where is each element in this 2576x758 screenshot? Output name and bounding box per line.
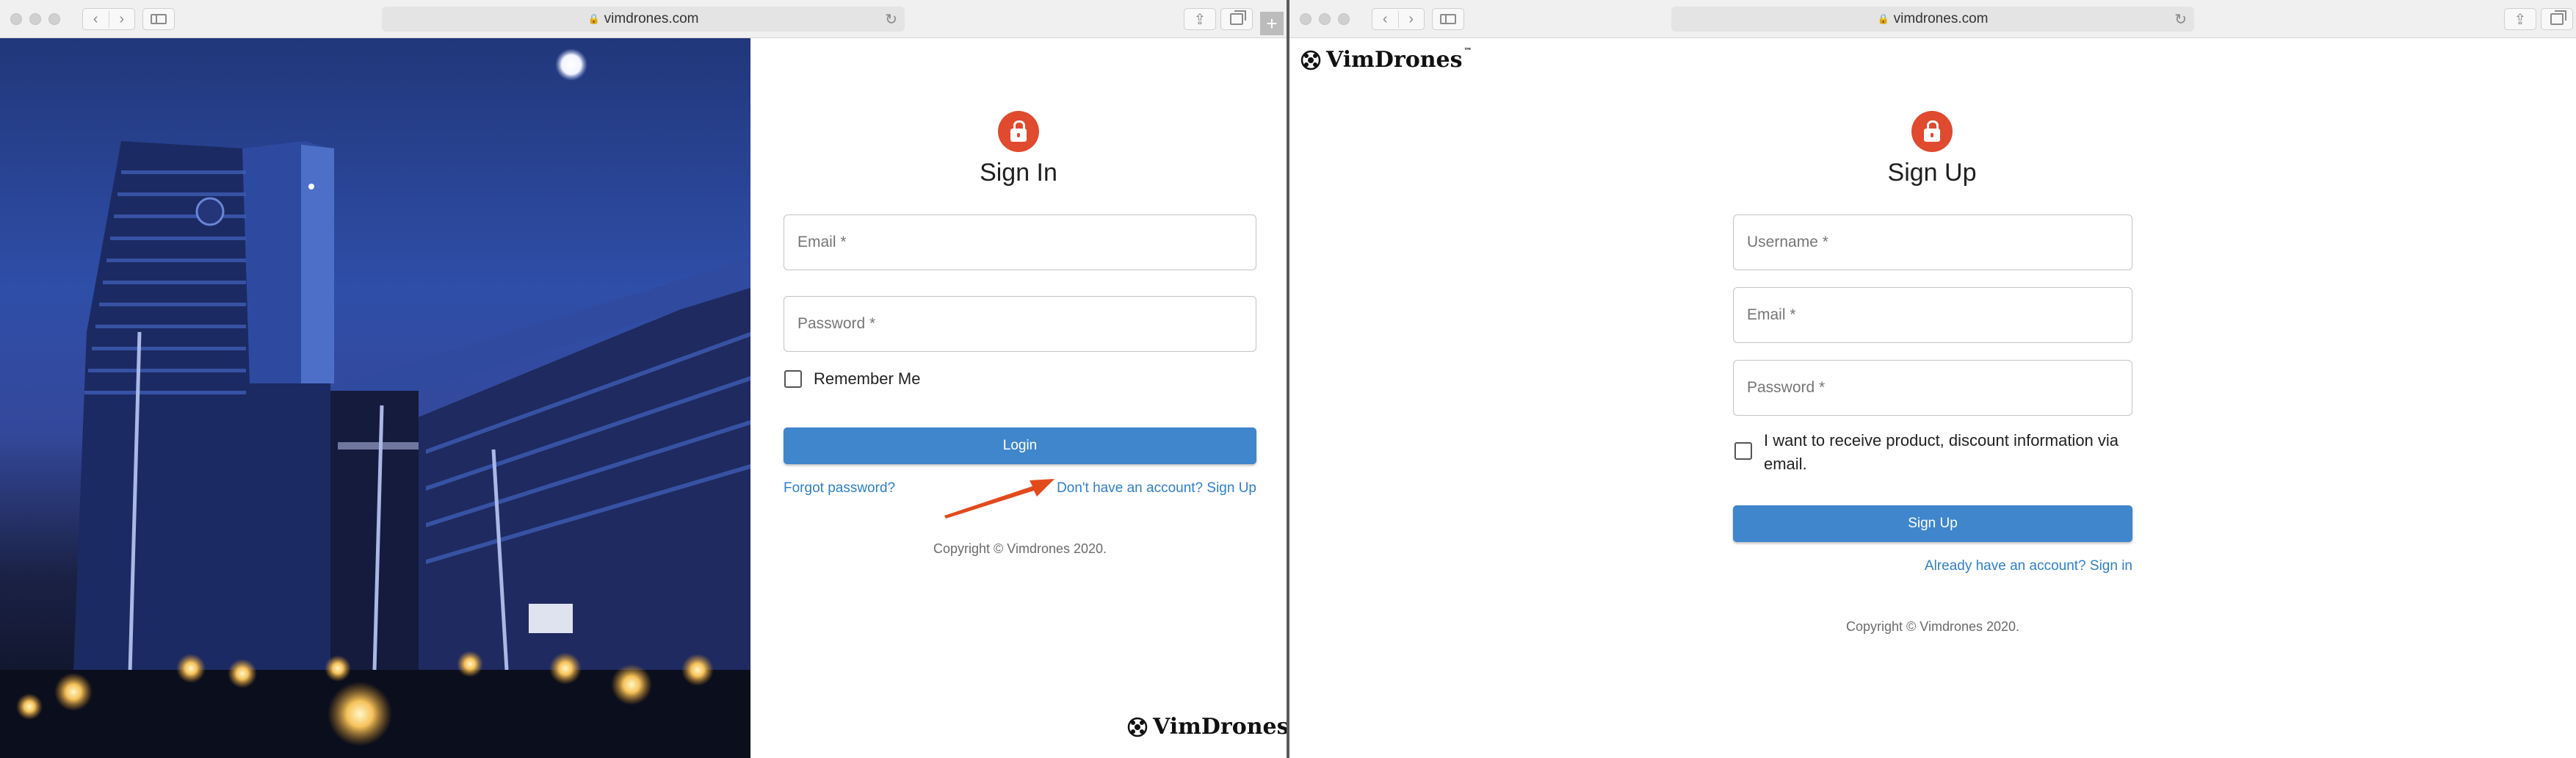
address-bar[interactable]: 🔒 vimdrones.com ↻ bbox=[1671, 7, 2194, 32]
forgot-password-link[interactable]: Forgot password? bbox=[784, 480, 895, 497]
close-window-button[interactable] bbox=[10, 13, 22, 25]
reload-icon[interactable]: ↻ bbox=[885, 10, 897, 29]
tabs-icon bbox=[1230, 10, 1246, 25]
username-field[interactable]: Username * bbox=[1733, 214, 2132, 270]
signup-copyright: Copyright © Vimdrones 2020. bbox=[1845, 619, 2020, 634]
zoom-window-button[interactable] bbox=[1338, 13, 1350, 25]
email-optin-row[interactable]: I want to receive product, discount info… bbox=[1734, 429, 2131, 476]
reload-icon[interactable]: ↻ bbox=[2174, 10, 2187, 29]
back-icon[interactable]: ‹ bbox=[1372, 11, 1398, 28]
forward-icon[interactable]: › bbox=[108, 10, 135, 28]
window-controls bbox=[1300, 13, 1350, 25]
sidebar-icon bbox=[1440, 14, 1456, 24]
email-optin-checkbox[interactable] bbox=[1734, 442, 1752, 460]
email-optin-label: I want to receive product, discount info… bbox=[1764, 431, 2119, 473]
lock-icon bbox=[1010, 120, 1027, 142]
remember-me-label: Remember Me bbox=[814, 369, 921, 388]
share-icon: ⇪ bbox=[2514, 11, 2527, 28]
hero-photo bbox=[0, 38, 750, 758]
minimize-window-button[interactable] bbox=[1319, 13, 1331, 25]
url-text: vimdrones.com bbox=[1893, 11, 1989, 26]
signin-link[interactable]: Already have an account? Sign in bbox=[1912, 558, 2132, 574]
signup-avatar bbox=[1911, 111, 1953, 152]
browser-toolbar: ‹ › 🔒 vimdrones.com ↻ ⇪ + bbox=[0, 0, 1287, 38]
lock-icon: 🔒 bbox=[587, 13, 600, 24]
plus-icon: + bbox=[1266, 12, 1278, 35]
remember-me-checkbox[interactable] bbox=[784, 370, 802, 388]
signin-title: Sign In bbox=[980, 159, 1057, 187]
lock-icon bbox=[1924, 120, 1940, 142]
share-icon: ⇪ bbox=[1193, 11, 1206, 28]
email-field[interactable]: Email * bbox=[784, 214, 1256, 270]
minimize-window-button[interactable] bbox=[29, 13, 41, 25]
nav-buttons: ‹ › bbox=[1372, 8, 1425, 30]
forward-icon[interactable]: › bbox=[1397, 10, 1425, 28]
browser-window-signup: ‹ › 🔒 vimdrones.com ↻ ⇪ VimDrones ™ Sign… bbox=[1289, 0, 2576, 758]
tabs-icon bbox=[2550, 10, 2566, 25]
tabs-button[interactable] bbox=[2541, 8, 2573, 30]
signup-panel: Sign Up Username * Email * Password * I … bbox=[1289, 38, 2576, 758]
new-tab-button[interactable]: + bbox=[1260, 12, 1284, 35]
arrow-icon bbox=[944, 479, 1054, 519]
signup-button[interactable]: Sign Up bbox=[1733, 505, 2132, 542]
login-button[interactable]: Login bbox=[784, 427, 1256, 464]
browser-window-signin: ‹ › 🔒 vimdrones.com ↻ ⇪ + Sign In Email … bbox=[0, 0, 1287, 758]
tabs-button[interactable] bbox=[1220, 8, 1253, 30]
window-controls bbox=[10, 13, 60, 25]
sidebar-icon bbox=[151, 14, 167, 24]
share-button[interactable]: ⇪ bbox=[2504, 8, 2536, 30]
signin-panel: Sign In Email * Password * Remember Me L… bbox=[750, 38, 1287, 758]
password-field[interactable]: Password * bbox=[1733, 360, 2132, 416]
drone-logo-icon bbox=[1127, 717, 1148, 737]
remember-me-row[interactable]: Remember Me bbox=[784, 367, 920, 391]
email-field[interactable]: Email * bbox=[1733, 287, 2132, 343]
nav-buttons: ‹ › bbox=[82, 8, 135, 30]
signin-avatar bbox=[998, 111, 1039, 152]
zoom-window-button[interactable] bbox=[48, 13, 60, 25]
brand-logo: VimDrones ™ bbox=[1126, 714, 1287, 740]
sidebar-toggle-button[interactable] bbox=[1432, 8, 1464, 30]
address-bar[interactable]: 🔒 vimdrones.com ↻ bbox=[382, 7, 905, 32]
password-field[interactable]: Password * bbox=[784, 296, 1256, 352]
close-window-button[interactable] bbox=[1300, 13, 1311, 25]
brand-name: VimDrones bbox=[1153, 714, 1287, 740]
lock-icon: 🔒 bbox=[1877, 13, 1889, 24]
sidebar-toggle-button[interactable] bbox=[142, 8, 175, 30]
building-night-illustration bbox=[0, 48, 750, 758]
signin-copyright: Copyright © Vimdrones 2020. bbox=[933, 541, 1107, 556]
signup-title: Sign Up bbox=[1887, 159, 1977, 187]
browser-toolbar: ‹ › 🔒 vimdrones.com ↻ ⇪ bbox=[1289, 0, 2576, 38]
share-button[interactable]: ⇪ bbox=[1184, 8, 1216, 30]
url-text: vimdrones.com bbox=[604, 11, 699, 26]
back-icon[interactable]: ‹ bbox=[83, 11, 109, 28]
signup-link[interactable]: Don't have an account? Sign Up bbox=[1054, 480, 1256, 497]
